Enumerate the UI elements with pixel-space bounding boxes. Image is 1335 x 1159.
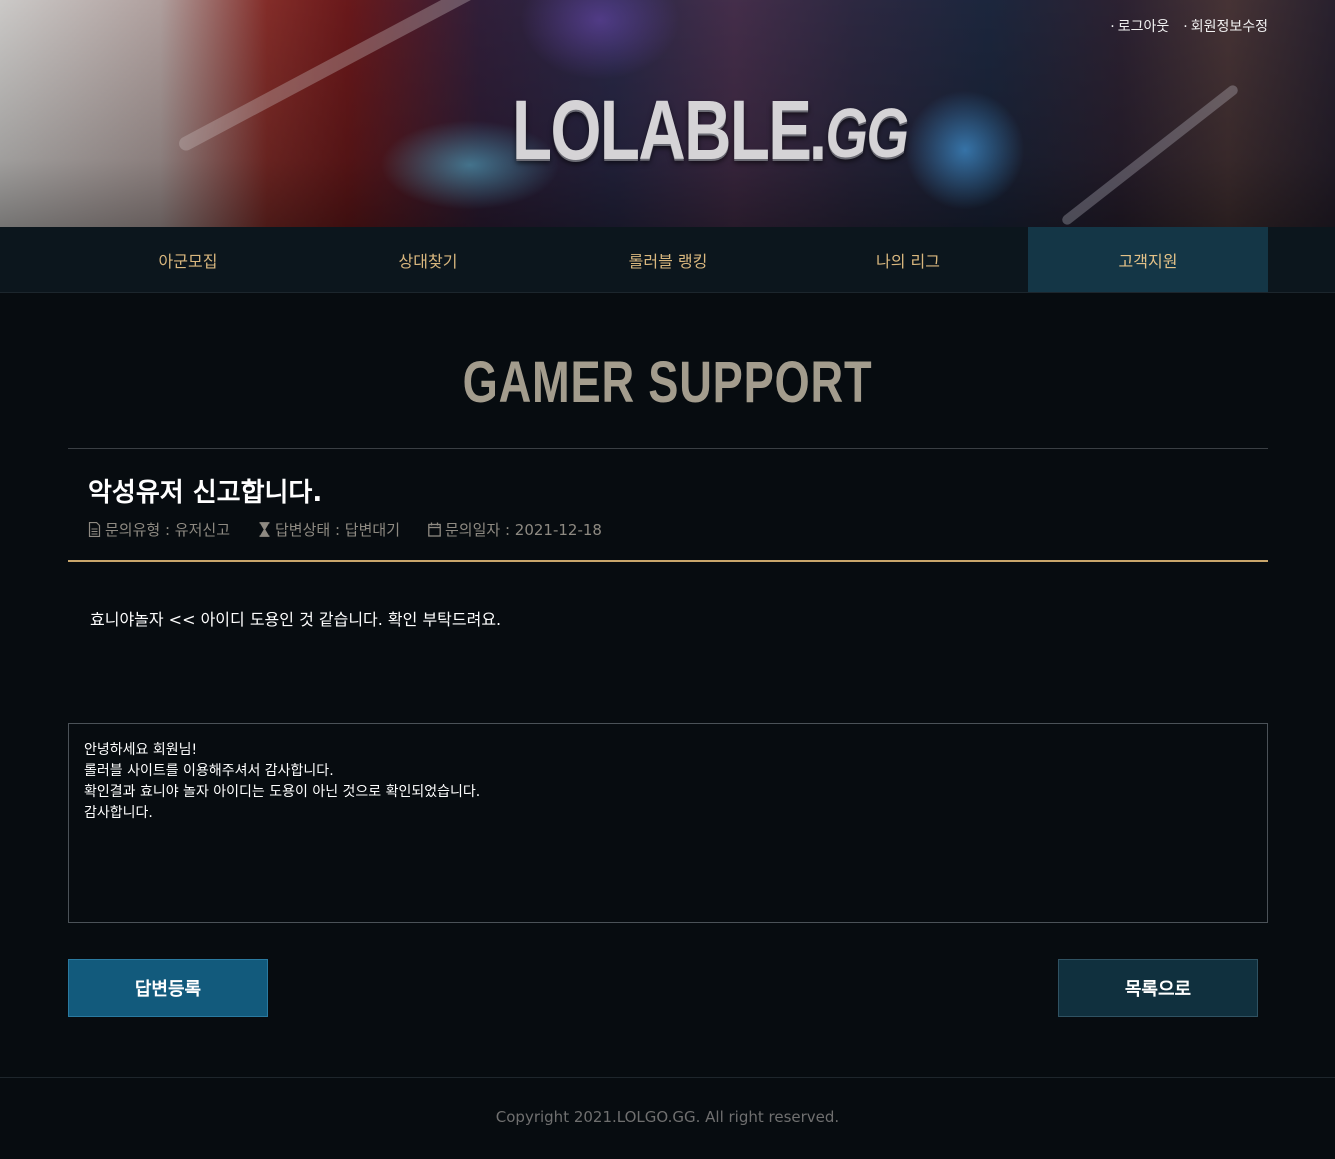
page-title: GAMER SUPPORT xyxy=(462,350,873,415)
meta-status-text: 답변상태 : 답변대기 xyxy=(275,521,400,539)
logo-dot: . xyxy=(808,83,827,177)
nav-item-support[interactable]: 고객지원 xyxy=(1028,227,1268,292)
main-nav: 아군모집 상대찾기 롤러블 랭킹 나의 리그 고객지원 xyxy=(0,227,1335,293)
edit-profile-link[interactable]: 회원정보수정 xyxy=(1183,16,1268,36)
post-meta: 문의유형 : 유저신고 답변상태 : 답변대기 문의일자 : 2021-12-1… xyxy=(88,519,602,540)
nav-item-ranking[interactable]: 롤러블 랭킹 xyxy=(548,227,788,292)
header-banner: LOLABLE . GG 로그아웃 회원정보수정 xyxy=(0,0,1335,227)
answer-line: 확인결과 효니야 놀자 아이디는 도용이 아닌 것으로 확인되었습니다. xyxy=(84,784,481,800)
meta-type-text: 문의유형 : 유저신고 xyxy=(105,521,230,539)
account-links: 로그아웃 회원정보수정 xyxy=(1110,16,1268,36)
post-body: 효니야놀자 << 아이디 도용인 것 같습니다. 확인 부탁드려요. xyxy=(90,610,502,629)
site-logo[interactable]: LOLABLE . GG xyxy=(512,80,909,177)
logo-tld-text: GG xyxy=(825,94,909,172)
calendar-icon xyxy=(428,522,441,537)
nav-item-recruit[interactable]: 아군모집 xyxy=(68,227,308,292)
hourglass-icon xyxy=(259,522,270,537)
banner-artwork xyxy=(905,90,1025,210)
answer-line: 감사합니다. xyxy=(84,805,153,821)
meta-type: 문의유형 : 유저신고 xyxy=(88,519,230,540)
nav-item-my-league[interactable]: 나의 리그 xyxy=(788,227,1028,292)
post-title: 악성유저 신고합니다. xyxy=(88,478,323,508)
meta-date: 문의일자 : 2021-12-18 xyxy=(428,519,602,540)
divider-gold xyxy=(68,560,1268,562)
back-to-list-button[interactable]: 목록으로 xyxy=(1058,959,1258,1017)
answer-textarea[interactable]: 안녕하세요 회원님! 롤러블 사이트를 이용해주셔서 감사합니다. 확인결과 효… xyxy=(68,723,1268,923)
nav-item-find-opponent[interactable]: 상대찾기 xyxy=(308,227,548,292)
submit-answer-button[interactable]: 답변등록 xyxy=(68,959,268,1017)
logout-link[interactable]: 로그아웃 xyxy=(1110,16,1170,36)
meta-status: 답변상태 : 답변대기 xyxy=(258,519,400,540)
footer-copyright: Copyright 2021.LOLGO.GG. All right reser… xyxy=(495,1108,840,1126)
logo-main-text: LOLABLE xyxy=(512,83,812,177)
answer-line: 롤러블 사이트를 이용해주셔서 감사합니다. xyxy=(84,763,334,779)
meta-date-text: 문의일자 : 2021-12-18 xyxy=(445,521,602,539)
divider xyxy=(68,448,1268,449)
answer-line: 안녕하세요 회원님! xyxy=(84,742,198,758)
document-icon xyxy=(88,522,101,537)
footer-divider xyxy=(0,1077,1335,1078)
